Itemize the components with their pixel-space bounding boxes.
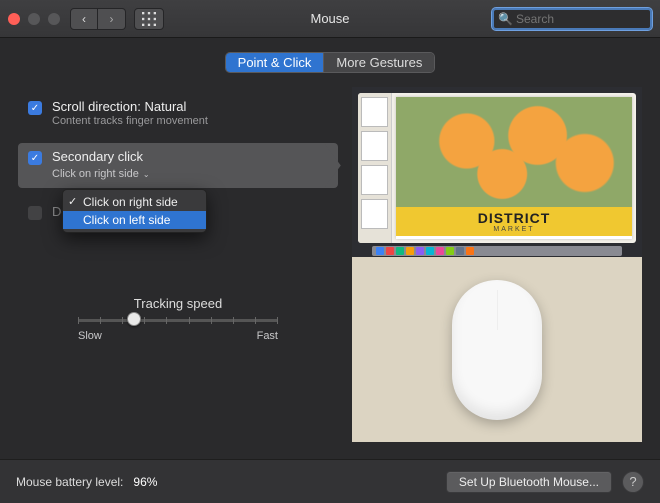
chevron-down-icon: ⌄ (143, 170, 150, 179)
dropdown-value: Click on right side (52, 168, 139, 180)
option-title: Secondary click (52, 149, 150, 164)
search-field[interactable]: 🔍 (492, 8, 652, 30)
window-title: Mouse (310, 11, 349, 26)
close-icon[interactable] (8, 13, 20, 25)
preview-desktop: DISTRICT MARKET (352, 87, 642, 257)
poster-sub: MARKET (396, 226, 632, 233)
zoom-icon (48, 13, 60, 25)
checkbox-scroll[interactable]: ✓ (28, 101, 42, 115)
titlebar: ‹ › Mouse 🔍 (0, 0, 660, 38)
check-icon: ✓ (68, 195, 77, 208)
tab-point-click[interactable]: Point & Click (226, 53, 324, 72)
tab-bar: Point & Click More Gestures (0, 52, 660, 73)
chevron-left-icon: ‹ (82, 12, 86, 26)
chevron-right-icon: › (110, 12, 114, 26)
forward-button: › (98, 8, 126, 30)
battery-percent: 96% (133, 475, 157, 489)
checkbox-secondary[interactable]: ✓ (28, 151, 42, 165)
setup-bluetooth-button[interactable]: Set Up Bluetooth Mouse... (446, 471, 612, 493)
help-button[interactable]: ? (622, 471, 644, 493)
slider-max: Fast (257, 330, 278, 342)
show-all-button[interactable] (134, 8, 164, 30)
menu-item-label: Click on right side (83, 195, 178, 209)
footer: Mouse battery level: 96% Set Up Bluetoot… (0, 459, 660, 503)
nav-buttons: ‹ › (70, 8, 126, 30)
slider-label: Tracking speed (18, 296, 338, 311)
help-icon: ? (629, 474, 636, 489)
slider-knob[interactable] (127, 312, 141, 326)
mouse-icon (452, 280, 542, 420)
menu-item-left[interactable]: Click on left side (63, 211, 206, 229)
traffic-lights (8, 13, 60, 25)
tracking-speed-slider[interactable] (78, 319, 278, 322)
back-button[interactable]: ‹ (70, 8, 98, 30)
minimize-icon (28, 13, 40, 25)
battery-label: Mouse battery level: (16, 475, 123, 489)
slider-min: Slow (78, 330, 102, 342)
search-input[interactable] (492, 8, 652, 30)
tracking-speed-section: Tracking speed Slow Fast (18, 296, 338, 342)
menu-item-label: Click on left side (83, 213, 170, 227)
option-secondary-click[interactable]: ✓ Secondary click Click on right side ⌄ (18, 143, 338, 188)
option-scroll-direction[interactable]: ✓ Scroll direction: Natural Content trac… (18, 93, 338, 133)
gesture-preview: DISTRICT MARKET (352, 87, 642, 442)
dock-icon (372, 246, 622, 256)
tab-more-gestures[interactable]: More Gestures (323, 53, 434, 72)
main-content: ✓ Scroll direction: Natural Content trac… (0, 73, 660, 450)
preview-pane: DISTRICT MARKET (352, 87, 642, 442)
search-icon: 🔍 (498, 12, 513, 26)
preview-mouse (352, 257, 642, 442)
checkbox-doubletap[interactable]: ✓ (28, 206, 42, 220)
poster-headline: DISTRICT (396, 210, 632, 226)
options-pane: ✓ Scroll direction: Natural Content trac… (18, 87, 338, 442)
option-title: Scroll direction: Natural (52, 99, 208, 114)
menu-item-right[interactable]: ✓ Click on right side (63, 193, 206, 211)
secondary-click-dropdown[interactable]: Click on right side ⌄ (52, 168, 150, 180)
secondary-click-menu[interactable]: ✓ Click on right side Click on left side (62, 189, 207, 233)
option-subtitle: Content tracks finger movement (52, 115, 208, 127)
grid-icon (142, 12, 156, 26)
